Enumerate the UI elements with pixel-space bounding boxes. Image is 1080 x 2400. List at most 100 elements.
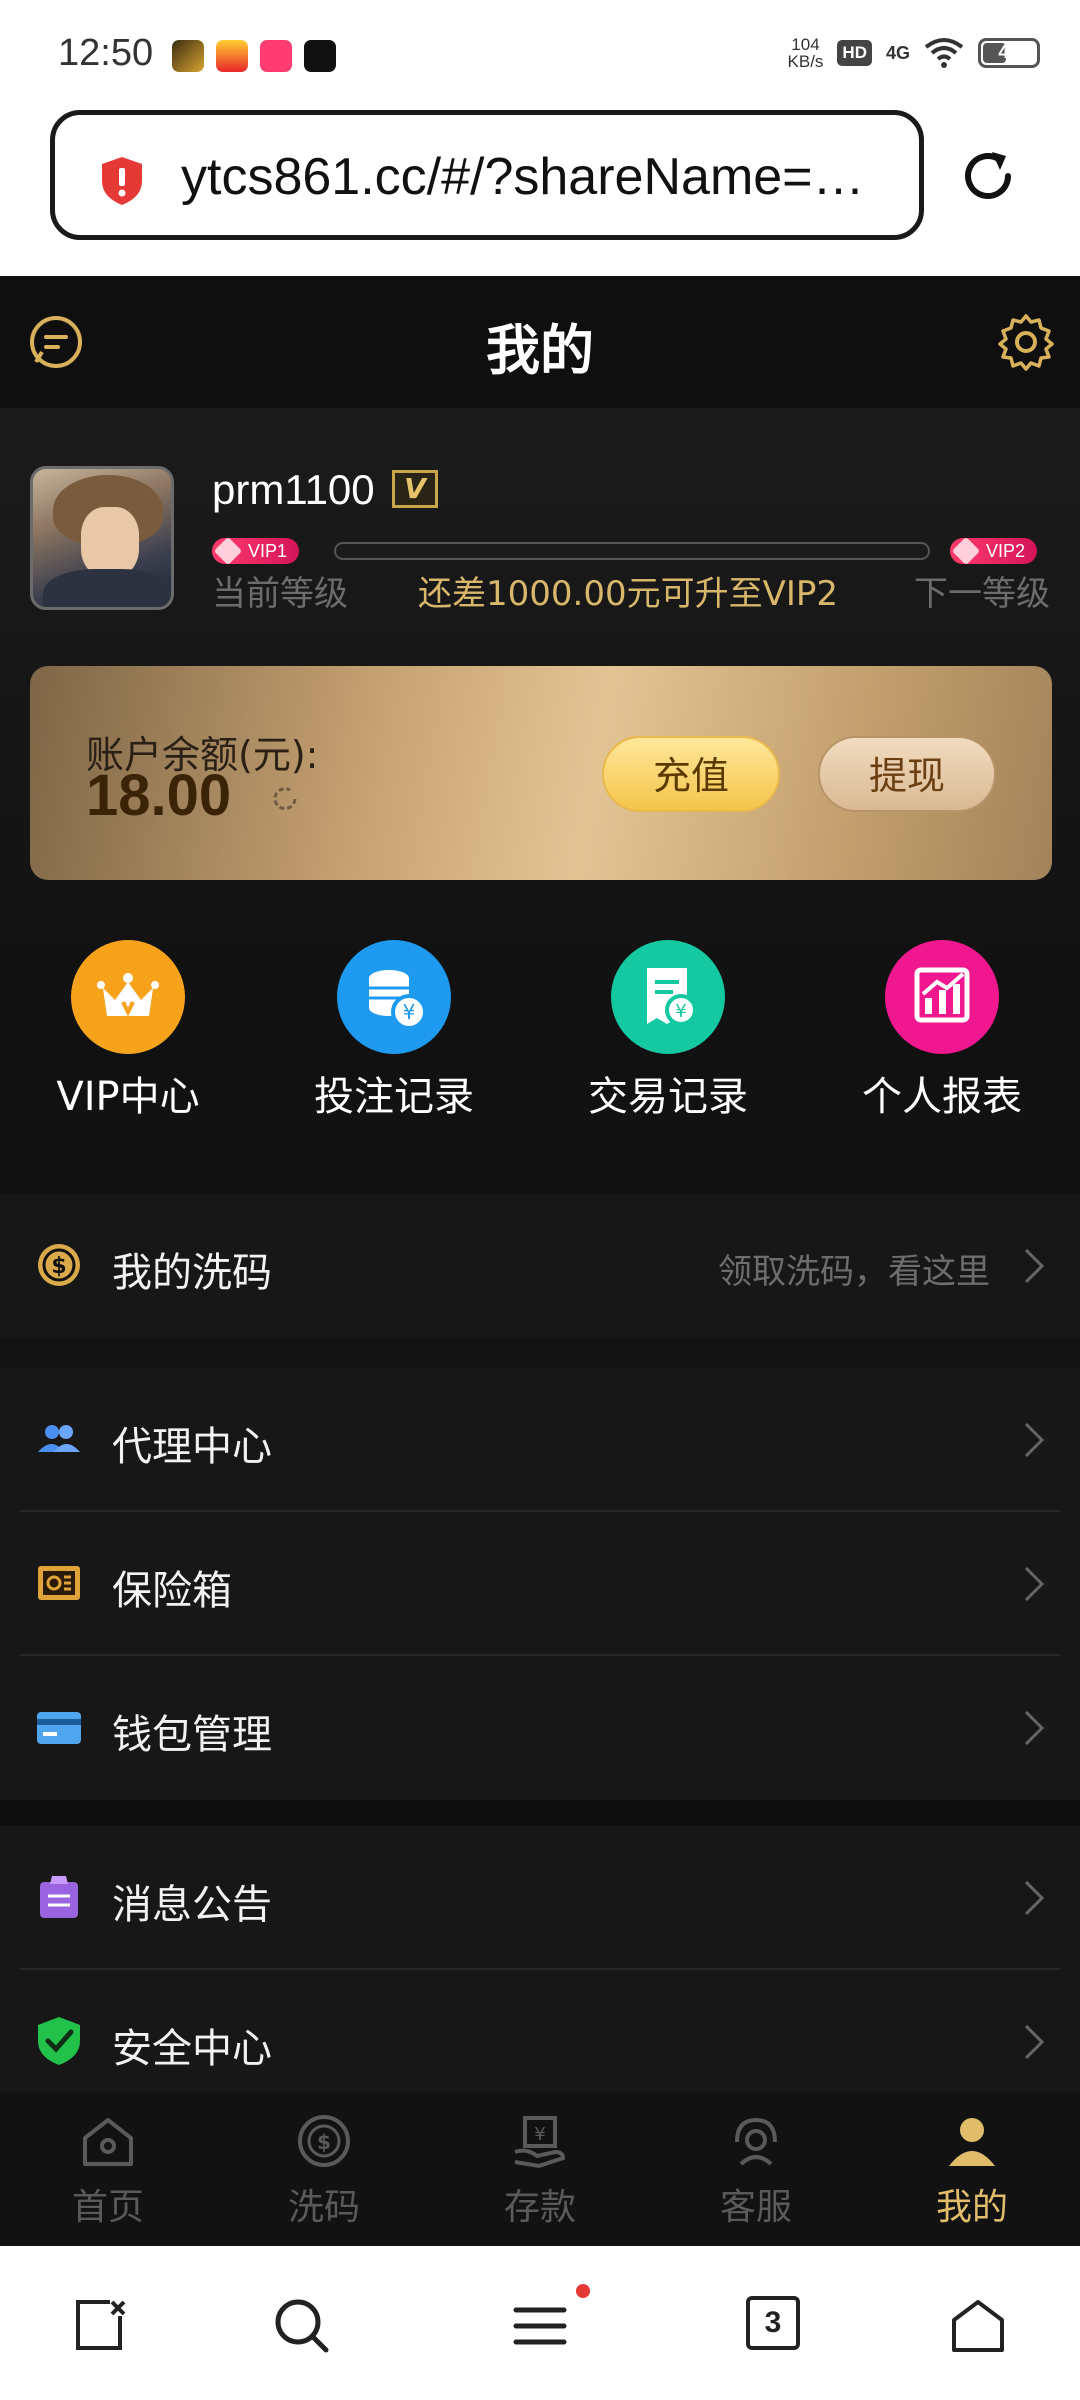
menu-item-wallet[interactable]: 钱包管理 [20, 1656, 1060, 1800]
withdraw-button[interactable]: 提现 [818, 736, 996, 812]
gem-icon [951, 536, 981, 566]
tab-label: 存款 [503, 2187, 576, 2228]
tab-label: 我的 [935, 2187, 1008, 2228]
menu-group-account: 代理中心 保险箱 钱包管理 [0, 1368, 1080, 1800]
avatar-body [43, 569, 171, 607]
svg-text:¥: ¥ [534, 2124, 545, 2145]
browser-toolbar: ytcs861.cc/#/?shareName=… [0, 104, 1080, 276]
system-navigation-bar: 3 [0, 2246, 1080, 2400]
speed-value: 104 [791, 35, 820, 54]
current-vip-badge: VIP1 [212, 536, 300, 566]
receipt-glyph: ¥ [647, 968, 697, 1026]
page-title: 我的 [486, 319, 594, 382]
next-vip-label: VIP2 [986, 541, 1026, 561]
home-icon [83, 2118, 133, 2166]
chart-icon [885, 940, 999, 1054]
edit-tab-icon[interactable] [70, 2296, 130, 2356]
reload-icon[interactable] [956, 144, 1020, 208]
quick-label: 投注记录 [314, 1074, 474, 1120]
wallet-card-icon [37, 1712, 81, 1744]
menu-item-agent[interactable]: 代理中心 [20, 1368, 1060, 1512]
menu-hint: 领取洗码，看这里 [718, 1252, 990, 1292]
chart-glyph [914, 967, 970, 1023]
receipt-icon: ¥ [611, 940, 725, 1054]
status-right: 104 KB/s HD 4G 41 [788, 36, 1040, 70]
dollar-circle-icon: $ [298, 2115, 350, 2167]
coins-icon: ¥ [337, 940, 451, 1054]
next-vip-badge: VIP2 [950, 536, 1038, 566]
quick-label: 个人报表 [862, 1074, 1022, 1120]
chevron-right-icon [1024, 2024, 1045, 2060]
user-icon [949, 2118, 995, 2166]
tab-label: 首页 [71, 2187, 144, 2228]
svg-text:¥: ¥ [675, 1001, 686, 1022]
tab-support[interactable]: 客服 [648, 2092, 864, 2246]
crown-icon [71, 940, 185, 1054]
next-level-label: 下一等级 [914, 574, 1050, 614]
menu-group-info: 消息公告 安全中心 [0, 1826, 1080, 2114]
refresh-icon[interactable] [268, 782, 302, 816]
menu-label: 消息公告 [112, 1882, 272, 1928]
menu-label: 代理中心 [112, 1424, 272, 1470]
menu-label: 保险箱 [112, 1568, 232, 1614]
red-shield-icon[interactable] [99, 155, 145, 207]
battery-icon: 41 [978, 38, 1040, 68]
tabs-count-button[interactable]: 3 [746, 2296, 800, 2350]
gear-icon[interactable] [996, 312, 1056, 372]
quick-personal-report[interactable]: 个人报表 [822, 940, 1062, 1122]
search-icon[interactable] [272, 2296, 332, 2356]
avatar-face [81, 507, 139, 577]
menu-label: 我的洗码 [112, 1250, 272, 1296]
news-app-icon [216, 40, 248, 72]
shield-check-icon [38, 2017, 80, 2065]
tiktok-app-icon [304, 40, 336, 72]
balance-card: 账户余额(元): 18.00 充值 提现 [30, 666, 1052, 880]
headset-icon [735, 2117, 777, 2166]
menu-item-safe[interactable]: 保险箱 [20, 1512, 1060, 1656]
speed-unit: KB/s [787, 52, 824, 71]
tab-label: 洗码 [287, 2187, 360, 2228]
charge-button[interactable]: 充值 [602, 736, 780, 812]
clipboard-icon [40, 1876, 78, 1918]
svg-text:$: $ [317, 2130, 331, 2154]
upgrade-hint: 还差1000.00元可升至VIP2 [418, 574, 839, 614]
menu-item-wash[interactable]: $ 我的洗码 领取洗码，看这里 [20, 1194, 1060, 1338]
chevron-right-icon [1024, 1880, 1045, 1916]
balance-value: 18.00 [86, 763, 232, 828]
quick-bet-records[interactable]: ¥ 投注记录 [274, 940, 514, 1122]
chevron-right-icon [1024, 1566, 1045, 1602]
safe-box-icon [38, 1566, 80, 1600]
notification-icons [172, 40, 336, 72]
menu-item-notice[interactable]: 消息公告 [20, 1826, 1060, 1970]
avatar[interactable] [30, 466, 174, 610]
quick-transaction-records[interactable]: ¥ 交易记录 [548, 940, 788, 1122]
verified-badge: V [392, 470, 438, 508]
current-level-label: 当前等级 [212, 574, 348, 614]
tab-wash[interactable]: $ 洗码 [216, 2092, 432, 2246]
home-outline-icon[interactable] [948, 2296, 1008, 2356]
coins-glyph: ¥ [369, 970, 427, 1030]
address-bar[interactable]: ytcs861.cc/#/?shareName=… [50, 110, 924, 240]
menu-icon[interactable] [510, 2296, 570, 2356]
chevron-right-icon [1024, 1422, 1045, 1458]
wifi-icon [924, 38, 964, 68]
cellular-icon: 4G [885, 42, 910, 63]
chevron-right-icon [1024, 1248, 1045, 1284]
url-text[interactable]: ytcs861.cc/#/?shareName=… [181, 147, 881, 207]
tab-mine[interactable]: 我的 [864, 2092, 1080, 2246]
menu-label: 安全中心 [112, 2026, 272, 2072]
quick-vip-center[interactable]: VIP中心 [8, 940, 248, 1122]
menu-group-wash: $ 我的洗码 领取洗码，看这里 [0, 1194, 1080, 1338]
tab-label: 客服 [719, 2187, 792, 2228]
tab-home[interactable]: 首页 [0, 2092, 216, 2246]
network-speed: 104 KB/s [788, 36, 824, 70]
page-header: 我的 [0, 276, 1080, 408]
svg-text:$: $ [51, 1254, 66, 1279]
current-vip-label: VIP1 [248, 541, 288, 561]
deposit-icon: ¥ [514, 2116, 566, 2169]
notification-dot [576, 2284, 590, 2298]
app-content: 我的 prm1100 V VIP1 VIP2 当前等级 还差1000.00元可升… [0, 276, 1080, 2246]
status-bar: 12:50 104 KB/s HD 4G 41 [0, 0, 1080, 104]
battery-level: 41 [998, 42, 1020, 63]
tab-deposit[interactable]: ¥ 存款 [432, 2092, 648, 2246]
